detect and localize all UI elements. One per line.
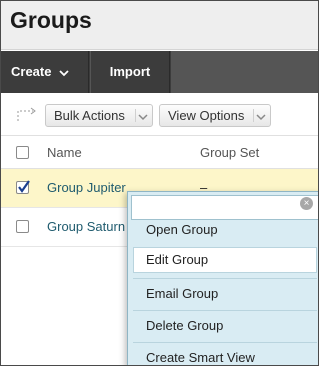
menu-divider — [133, 278, 317, 279]
corner-arrow-icon — [16, 101, 38, 123]
create-button[interactable]: Create — [1, 51, 89, 93]
checkmark-icon — [18, 180, 30, 193]
group-name-link[interactable]: Group Saturn — [47, 219, 125, 234]
menu-item-open-group[interactable]: Open Group — [133, 217, 317, 243]
group-name-link[interactable]: Group Jupiter — [47, 180, 126, 195]
groups-window: Groups Create Import Bulk Actions View O… — [0, 0, 319, 366]
menu-item-edit-group[interactable]: Edit Group — [133, 247, 317, 273]
row-checkbox[interactable] — [16, 220, 29, 233]
clear-icon[interactable]: × — [300, 197, 313, 210]
menu-item-delete-group[interactable]: Delete Group — [133, 313, 317, 339]
row-checkbox[interactable] — [16, 180, 30, 194]
import-button[interactable]: Import — [90, 51, 170, 93]
view-options-label: View Options — [168, 108, 245, 123]
action-bar: Create Import — [1, 51, 318, 93]
bulk-actions-button[interactable]: Bulk Actions — [45, 104, 153, 127]
bulk-actions-label: Bulk Actions — [54, 108, 125, 123]
view-options-button[interactable]: View Options — [159, 104, 271, 127]
page-title: Groups — [10, 7, 92, 33]
table-header: Name Group Set — [1, 135, 318, 169]
chevron-down-icon — [253, 109, 267, 122]
create-label: Create — [11, 64, 52, 79]
column-header-name[interactable]: Name — [47, 145, 82, 160]
menu-divider — [133, 310, 317, 311]
title-bar: Groups — [1, 1, 318, 50]
menu-item-create-smart-view[interactable]: Create Smart View — [133, 345, 317, 365]
chevron-down-icon — [135, 109, 149, 122]
select-all-checkbox[interactable] — [16, 146, 29, 159]
list-toolbar: Bulk Actions View Options — [1, 93, 318, 135]
action-bar-filler — [171, 51, 318, 93]
menu-item-email-group[interactable]: Email Group — [133, 281, 317, 307]
menu-divider — [133, 342, 317, 343]
column-header-group-set[interactable]: Group Set — [200, 145, 259, 160]
chevron-down-icon — [59, 52, 69, 94]
group-context-menu: × Open Group Edit Group Email Group Dele… — [127, 191, 318, 365]
